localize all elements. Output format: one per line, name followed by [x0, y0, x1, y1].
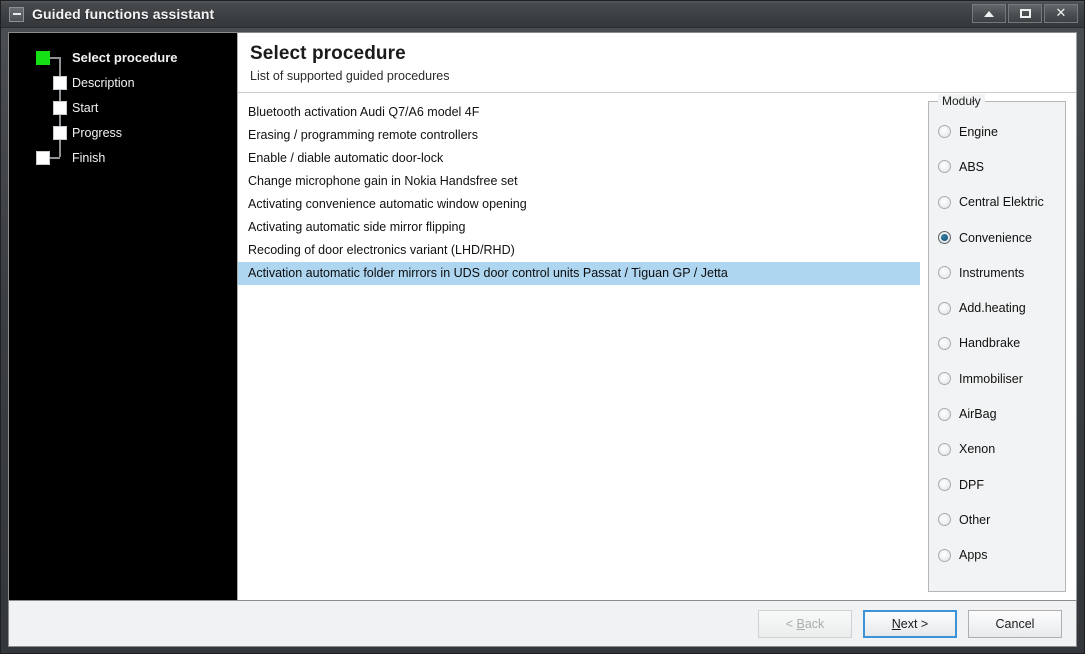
radio-unchecked-icon[interactable] [938, 442, 951, 456]
next-button-label: Next > [891, 616, 929, 631]
module-radio-list: Engine ABS Central Elektric Convenience Inst… [929, 114, 1065, 573]
step-connector-bottom [50, 157, 60, 159]
radio-checked-icon[interactable] [938, 231, 951, 245]
procedure-item[interactable]: Enable / diable automatic door-lock [238, 147, 920, 170]
step-item-label: Description [72, 75, 135, 90]
module-radio-engine[interactable]: Engine [929, 114, 1065, 149]
module-radio-label: Central Elektric [959, 195, 1044, 210]
back-button[interactable]: < Back [758, 609, 852, 638]
step-item-label: Select procedure [72, 50, 178, 65]
window-minimize-icon [9, 6, 24, 22]
page-subtitle: List of supported guided procedures [250, 69, 450, 83]
panes-container: Select procedure Description Start Progress… [8, 32, 1077, 601]
step-navigator: Select procedure Description Start Progress… [9, 33, 238, 600]
dialog-footer: < Back Next > Cancel [8, 601, 1077, 647]
step-marker-icon [36, 150, 50, 165]
page-header: Select procedure List of supported guide… [238, 33, 1076, 93]
module-radio-label: Instruments [959, 265, 1025, 280]
procedure-item[interactable]: Erasing / programming remote controllers [238, 124, 920, 147]
triangle-up-icon [984, 10, 994, 17]
page-title: Select procedure [250, 43, 406, 64]
module-radio-apps[interactable]: Apps [929, 538, 1065, 573]
step-item-description[interactable]: Description [9, 70, 237, 95]
module-radio-immobiliser[interactable]: Immobiliser [929, 361, 1065, 396]
module-radio-airbag[interactable]: AirBag [929, 396, 1065, 431]
module-radio-label: ABS [959, 159, 985, 174]
module-radio-dpf[interactable]: DPF [929, 467, 1065, 502]
radio-unchecked-icon[interactable] [938, 548, 951, 562]
step-item-start[interactable]: Start [9, 95, 237, 120]
close-icon: ✕ [1055, 6, 1067, 21]
module-radio-label: Xenon [959, 442, 996, 457]
radio-unchecked-icon[interactable] [938, 301, 951, 315]
radio-unchecked-icon[interactable] [938, 125, 951, 139]
module-radio-instruments[interactable]: Instruments [929, 255, 1065, 290]
module-radio-label: Add.heating [959, 301, 1026, 316]
module-radio-abs[interactable]: ABS [929, 149, 1065, 184]
step-item-progress[interactable]: Progress [9, 120, 237, 145]
next-button[interactable]: Next > [863, 609, 957, 638]
caption-button-group: ✕ [972, 4, 1078, 23]
minimize-button[interactable] [972, 4, 1006, 23]
step-item-select-procedure[interactable]: Select procedure [9, 45, 237, 70]
procedure-item[interactable]: Bluetooth activation Audi Q7/A6 model 4F [238, 101, 920, 124]
module-radio-label: AirBag [959, 407, 997, 422]
procedure-list[interactable]: Bluetooth activation Audi Q7/A6 model 4F… [238, 101, 920, 592]
radio-unchecked-icon[interactable] [938, 160, 951, 174]
module-radio-label: Convenience [959, 230, 1032, 245]
module-radio-handbrake[interactable]: Handbrake [929, 326, 1065, 361]
step-item-label: Start [72, 100, 99, 115]
guided-functions-assistant-window: Guided functions assistant ✕ Select proc… [0, 0, 1085, 654]
procedure-item[interactable]: Change microphone gain in Nokia Handsfre… [238, 170, 920, 193]
step-marker-active-icon [36, 50, 50, 65]
module-radio-label: Other [959, 512, 991, 527]
step-item-finish[interactable]: Finish [9, 145, 237, 170]
module-radio-convenience[interactable]: Convenience [929, 220, 1065, 255]
procedure-item[interactable]: Activating convenience automatic window … [238, 193, 920, 216]
module-radio-label: Engine [959, 124, 998, 139]
radio-unchecked-icon[interactable] [938, 513, 951, 527]
module-radio-label: Immobiliser [959, 371, 1023, 386]
square-icon [1019, 9, 1031, 18]
step-item-label: Finish [72, 150, 106, 165]
procedure-item-selected[interactable]: Activation automatic folder mirrors in U… [238, 262, 920, 285]
module-radio-label: Apps [959, 548, 988, 563]
radio-unchecked-icon[interactable] [938, 478, 951, 492]
radio-unchecked-icon[interactable] [938, 372, 951, 386]
title-bar[interactable]: Guided functions assistant ✕ [1, 1, 1084, 28]
modules-group-title: Moduły [938, 94, 985, 108]
module-radio-central-elektric[interactable]: Central Elektric [929, 185, 1065, 220]
window-content: Select procedure Description Start Progress… [1, 28, 1084, 653]
page-body: Bluetooth activation Audi Q7/A6 model 4F… [238, 93, 1076, 600]
step-list: Select procedure Description Start Progress… [9, 45, 237, 170]
maximize-button[interactable] [1008, 4, 1042, 23]
modules-group-box: Moduły Engine ABS Central Elektric Convenie… [928, 94, 1066, 592]
procedure-item[interactable]: Activating automatic side mirror flippin… [238, 216, 920, 239]
step-item-label: Progress [72, 125, 123, 140]
radio-unchecked-icon[interactable] [938, 407, 951, 421]
module-radio-add-heating[interactable]: Add.heating [929, 290, 1065, 325]
module-radio-xenon[interactable]: Xenon [929, 432, 1065, 467]
radio-unchecked-icon[interactable] [938, 266, 951, 280]
module-radio-label: Handbrake [959, 336, 1021, 351]
step-marker-icon [53, 75, 67, 90]
back-button-label: < Back [785, 616, 825, 631]
procedure-item[interactable]: Recoding of door electronics variant (LH… [238, 239, 920, 262]
cancel-button-label: Cancel [995, 616, 1035, 631]
step-marker-icon [53, 125, 67, 140]
radio-unchecked-icon[interactable] [938, 195, 951, 209]
module-radio-label: DPF [959, 477, 984, 492]
radio-unchecked-icon[interactable] [938, 336, 951, 350]
step-marker-icon [53, 100, 67, 115]
close-button[interactable]: ✕ [1044, 4, 1078, 23]
main-pane: Select procedure List of supported guide… [238, 33, 1076, 600]
cancel-button[interactable]: Cancel [968, 609, 1062, 638]
module-radio-other[interactable]: Other [929, 502, 1065, 537]
window-title: Guided functions assistant [32, 6, 215, 22]
